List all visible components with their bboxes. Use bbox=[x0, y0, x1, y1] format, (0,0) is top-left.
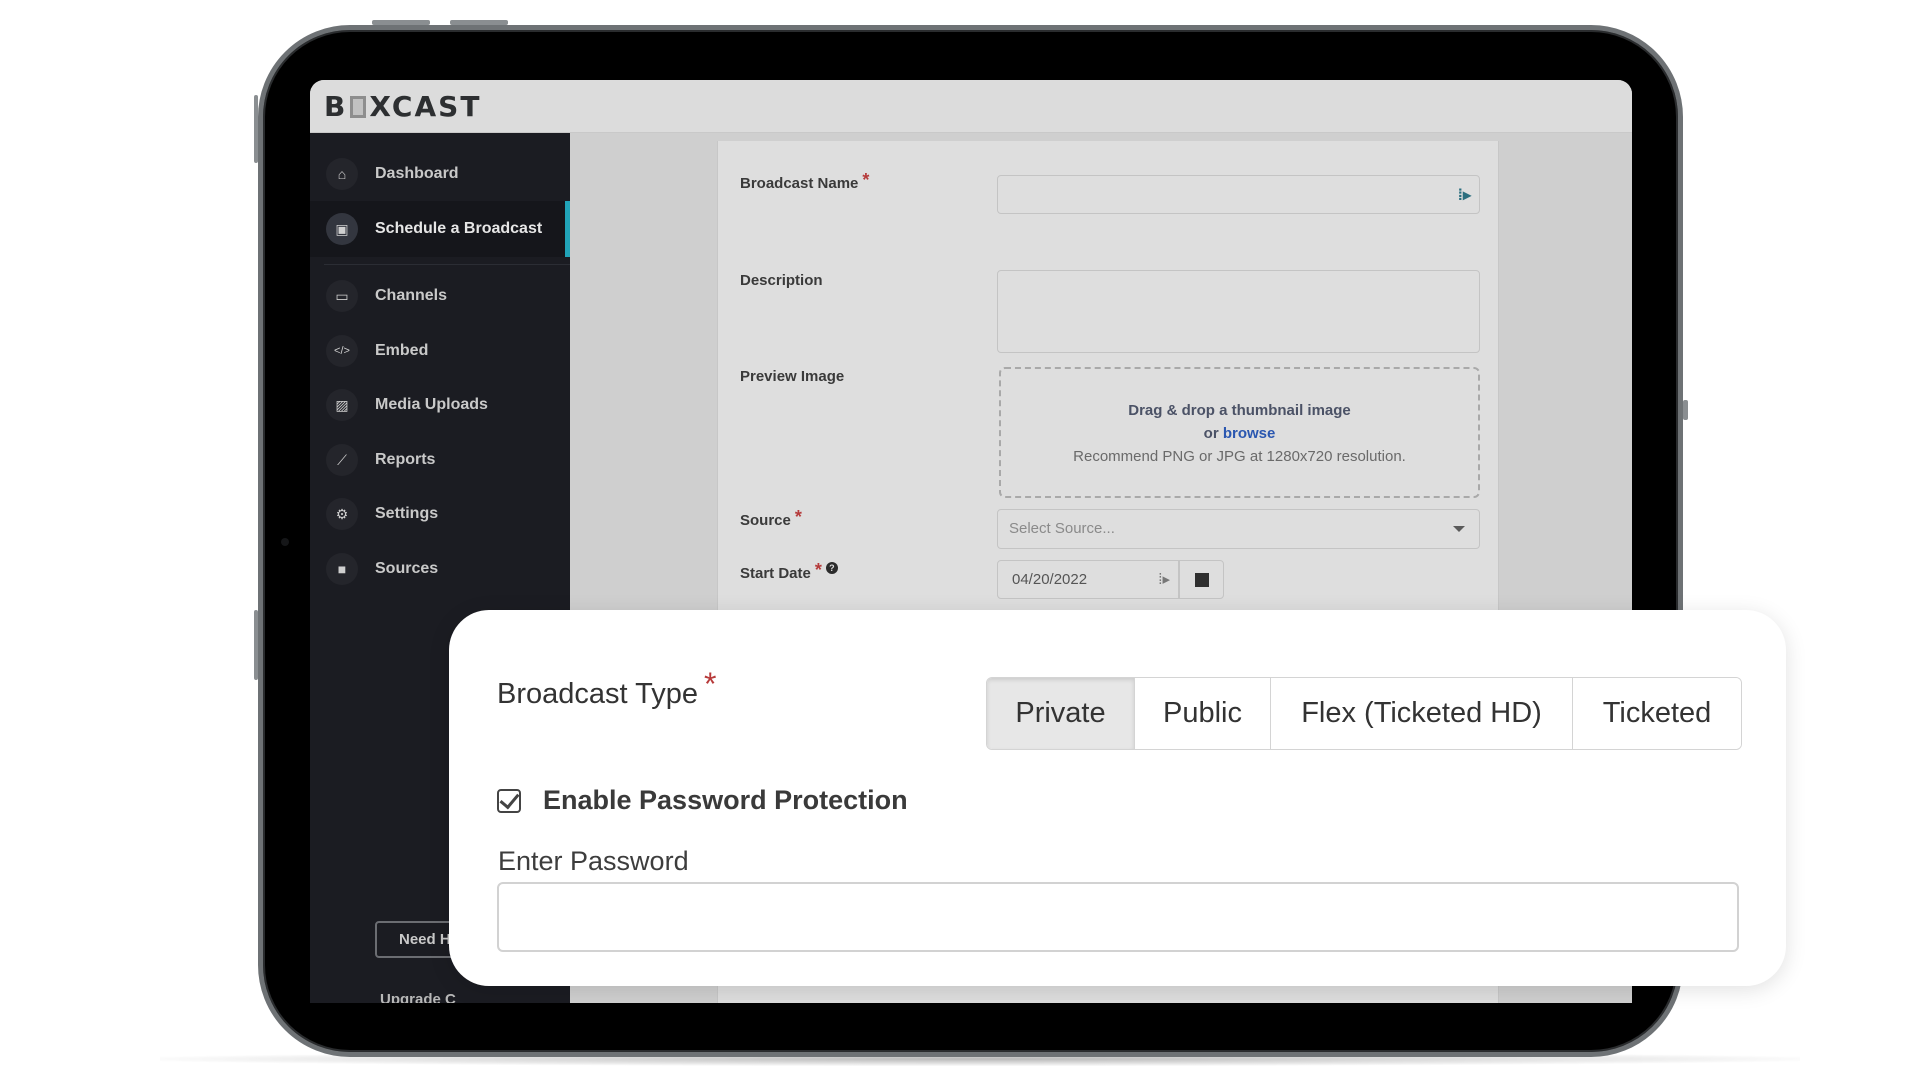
broadcast-type-label: Broadcast Type * bbox=[497, 666, 717, 710]
source-select[interactable]: Select Source... bbox=[997, 509, 1480, 549]
calendar-plus-icon: ▣ bbox=[326, 213, 358, 245]
sidebar-item-label: Settings bbox=[375, 505, 439, 522]
calendar-icon bbox=[1194, 572, 1209, 587]
description-textarea[interactable] bbox=[997, 270, 1480, 353]
sidebar-item-label: Embed bbox=[375, 342, 429, 359]
sidebar-item-embed[interactable]: </> Embed bbox=[310, 323, 570, 379]
sidebar-item-settings[interactable]: ⚙ Settings bbox=[310, 486, 570, 542]
password-input[interactable] bbox=[497, 882, 1739, 952]
video-camera-icon: ■ bbox=[326, 553, 358, 585]
description-label: Description bbox=[740, 272, 823, 289]
sidebar-item-label: Sources bbox=[375, 560, 439, 577]
type-public-button[interactable]: Public bbox=[1134, 678, 1270, 749]
sidebar-item-label: Dashboard bbox=[375, 165, 459, 182]
broadcast-name-input[interactable]: ⁞▸ bbox=[997, 175, 1480, 214]
type-private-button[interactable]: Private bbox=[987, 678, 1134, 749]
logo-box-icon bbox=[350, 95, 367, 118]
sidebar-item-label: Schedule a Broadcast bbox=[375, 220, 543, 237]
tablet-right-button bbox=[1683, 400, 1688, 420]
upgrade-link[interactable]: Upgrade C bbox=[380, 991, 456, 1003]
dropzone-text: Drag & drop a thumbnail image bbox=[1128, 402, 1351, 419]
required-asterisk: * bbox=[862, 170, 870, 190]
broadcast-type-card: Broadcast Type * Private Public Flex (Tic… bbox=[449, 610, 1786, 986]
password-manager-icon[interactable]: ⁞▸ bbox=[1458, 185, 1471, 205]
password-manager-icon[interactable]: ⁞▸ bbox=[1158, 570, 1170, 588]
required-asterisk: * bbox=[814, 560, 822, 580]
required-asterisk: * bbox=[794, 507, 802, 527]
line-chart-icon: ⟋ bbox=[326, 444, 358, 476]
sidebar-item-label: Channels bbox=[375, 287, 448, 304]
calendar-button[interactable] bbox=[1179, 560, 1224, 599]
sidebar-item-channels[interactable]: ▭ Channels bbox=[310, 268, 570, 324]
logo-text-left: B bbox=[324, 90, 348, 123]
chevron-down-icon bbox=[1453, 526, 1465, 532]
preview-image-label: Preview Image bbox=[740, 368, 845, 385]
broadcast-type-selector: Private Public Flex (Ticketed HD) Ticket… bbox=[986, 677, 1742, 750]
monitor-icon: ▭ bbox=[326, 280, 358, 312]
sidebar-item-media-uploads[interactable]: ▨ Media Uploads bbox=[310, 377, 570, 433]
tablet-camera bbox=[281, 538, 289, 546]
sidebar-item-label: Media Uploads bbox=[375, 396, 488, 413]
password-protection-label: Enable Password Protection bbox=[543, 785, 908, 815]
password-protection-toggle[interactable]: Enable Password Protection bbox=[497, 785, 908, 816]
type-flex-button[interactable]: Flex (Ticketed HD) bbox=[1270, 678, 1572, 749]
boxcast-logo[interactable]: B XCAST bbox=[324, 90, 481, 123]
dropzone-or-line: or browse bbox=[1203, 425, 1276, 442]
top-bar: B XCAST bbox=[310, 80, 1632, 133]
sidebar-item-dashboard[interactable]: ⌂ Dashboard bbox=[310, 146, 570, 202]
sidebar-item-schedule-broadcast[interactable]: ▣ Schedule a Broadcast bbox=[310, 201, 570, 257]
source-placeholder: Select Source... bbox=[1009, 520, 1115, 537]
required-asterisk: * bbox=[703, 666, 717, 702]
logo-text-right: XCAST bbox=[369, 90, 482, 123]
start-date-value: 04/20/2022 bbox=[1012, 571, 1088, 588]
sidebar-item-reports[interactable]: ⟋ Reports bbox=[310, 432, 570, 488]
sidebar-divider bbox=[324, 264, 570, 265]
broadcast-name-label: Broadcast Name * bbox=[740, 170, 870, 192]
dropzone-hint: Recommend PNG or JPG at 1280x720 resolut… bbox=[1073, 448, 1406, 465]
product-mockup: B XCAST ⌂ Dashboard ▣ Schedule a Broadca… bbox=[0, 0, 1920, 1080]
start-date-input[interactable]: 04/20/2022 ⁞▸ bbox=[997, 560, 1179, 599]
checkbox-checked-icon[interactable] bbox=[497, 788, 521, 813]
sidebar-item-sources[interactable]: ■ Sources bbox=[310, 541, 570, 597]
source-label: Source * bbox=[740, 507, 802, 529]
code-icon: </> bbox=[326, 335, 358, 367]
type-ticketed-button[interactable]: Ticketed bbox=[1572, 678, 1741, 749]
browse-link[interactable]: browse bbox=[1223, 425, 1276, 442]
start-date-label: Start Date *? bbox=[740, 560, 838, 586]
thumbnail-dropzone[interactable]: Drag & drop a thumbnail image or browse … bbox=[999, 367, 1480, 498]
gear-icon: ⚙ bbox=[326, 498, 358, 530]
image-icon: ▨ bbox=[326, 389, 358, 421]
sidebar-item-label: Reports bbox=[375, 451, 436, 468]
help-icon[interactable]: ? bbox=[825, 562, 838, 574]
home-icon: ⌂ bbox=[326, 158, 358, 190]
password-label: Enter Password bbox=[498, 846, 689, 876]
